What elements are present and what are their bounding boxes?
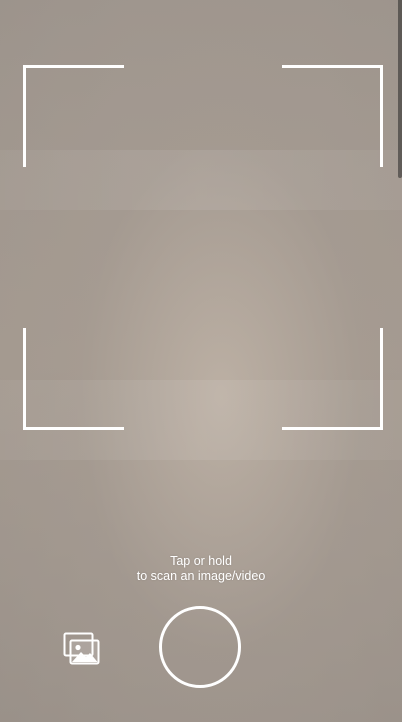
scrollbar[interactable] <box>398 0 402 178</box>
gallery-button[interactable] <box>63 632 101 666</box>
scan-hint: Tap or hold to scan an image/video <box>0 554 402 584</box>
scan-hint-line-1: Tap or hold <box>170 554 232 568</box>
shutter-button[interactable] <box>159 606 241 688</box>
scan-hint-line-2: to scan an image/video <box>136 569 266 583</box>
scan-frame-corner-top-right <box>282 65 383 167</box>
scan-frame-corner-top-left <box>23 65 124 167</box>
scan-frame-corner-bottom-left <box>23 328 124 430</box>
camera-viewfinder[interactable]: Tap or hold to scan an image/video <box>0 0 402 722</box>
gallery-icon <box>63 632 100 665</box>
scan-frame-corner-bottom-right <box>282 328 383 430</box>
